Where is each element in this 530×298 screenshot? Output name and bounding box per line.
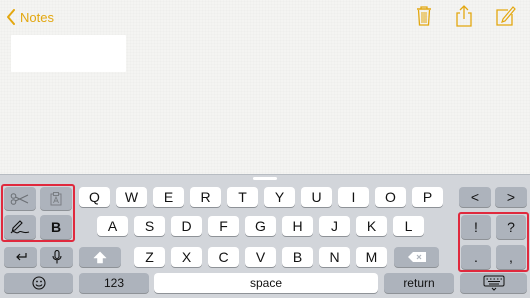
key-c[interactable]: C [208,247,239,267]
key-k[interactable]: K [356,216,387,236]
backspace-icon [407,252,426,262]
key-e[interactable]: E [153,187,184,207]
key-x[interactable]: X [171,247,202,267]
shift-button[interactable] [79,247,121,267]
clipboard-icon [50,191,62,205]
key-v[interactable]: V [245,247,276,267]
key-o[interactable]: O [375,187,406,207]
paste-button[interactable] [40,187,72,210]
delete-button[interactable] [394,247,439,267]
pen-icon [10,220,30,234]
notes-editor: Notes [0,0,530,174]
key-g[interactable]: G [245,216,276,236]
keyboard: B Q W E R T Y U I O P < > A S D F G H J … [0,174,530,298]
key-u[interactable]: U [301,187,332,207]
key-j[interactable]: J [319,216,350,236]
key-y[interactable]: Y [264,187,295,207]
cursor-right-button[interactable]: > [495,187,527,207]
shift-arrow-icon [93,251,107,263]
key-d[interactable]: D [171,216,202,236]
key-period[interactable]: . [461,245,491,269]
back-button[interactable]: Notes [6,6,54,28]
bold-button[interactable]: B [40,215,72,239]
return-button[interactable]: return [384,273,454,293]
undo-button[interactable] [4,247,37,267]
dictation-button[interactable] [40,247,73,267]
key-q[interactable]: Q [79,187,110,207]
undo-icon [15,253,27,261]
hide-keyboard-button[interactable] [460,273,527,293]
key-n[interactable]: N [319,247,350,267]
note-text-area[interactable] [11,35,126,72]
key-i[interactable]: I [338,187,369,207]
microphone-icon [51,250,62,264]
key-l[interactable]: L [393,216,424,236]
key-exclamation[interactable]: ! [461,215,491,239]
keyboard-grabber[interactable] [253,177,277,180]
emoji-button[interactable] [4,273,73,293]
cut-button[interactable] [4,187,36,210]
emoji-icon [31,276,46,290]
handwriting-button[interactable] [4,215,36,239]
trash-icon[interactable] [413,5,435,27]
cursor-left-button[interactable]: < [459,187,491,207]
key-s[interactable]: S [134,216,165,236]
key-a[interactable]: A [97,216,128,236]
compose-icon[interactable] [494,5,516,27]
key-w[interactable]: W [116,187,147,207]
key-question[interactable]: ? [496,215,526,239]
share-icon[interactable] [453,5,475,27]
keyboard-dismiss-icon [483,275,504,291]
key-z[interactable]: Z [134,247,165,267]
space-bar[interactable]: space [154,273,378,293]
back-label: Notes [20,9,54,25]
chevron-left-icon [7,9,15,25]
numbers-button[interactable]: 123 [79,273,149,293]
key-t[interactable]: T [227,187,258,207]
key-b[interactable]: B [282,247,313,267]
key-comma[interactable]: , [496,245,526,269]
key-r[interactable]: R [190,187,221,207]
scissors-icon [10,192,29,205]
key-m[interactable]: M [356,247,387,267]
key-p[interactable]: P [412,187,443,207]
key-h[interactable]: H [282,216,313,236]
key-f[interactable]: F [208,216,239,236]
